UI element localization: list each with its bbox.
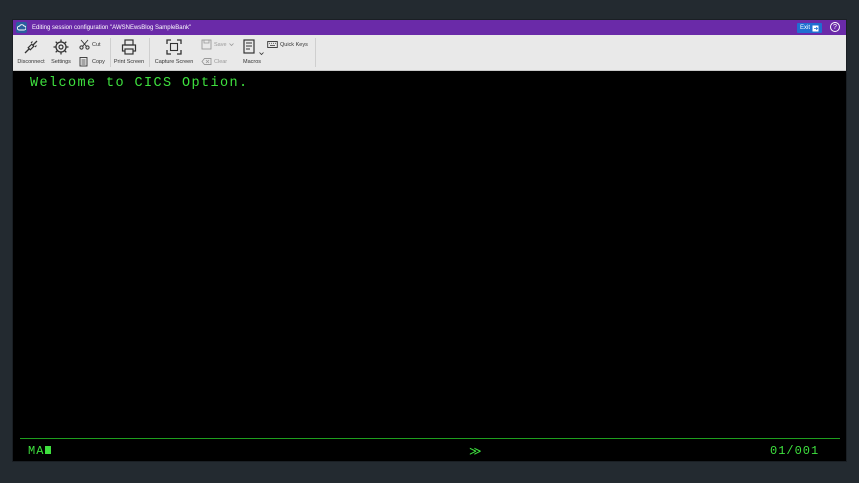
macros-icon bbox=[242, 39, 255, 54]
terminal-screen[interactable]: Welcome to CICS Option. MA ≫ 01/001 bbox=[13, 71, 846, 461]
toolbar-divider bbox=[110, 38, 111, 67]
printer-icon bbox=[121, 39, 137, 55]
cut-label: Cut bbox=[92, 41, 101, 48]
disconnect-button[interactable]: Disconnect bbox=[15, 38, 47, 65]
cursor-block bbox=[45, 446, 52, 454]
toolbar: Disconnect Settings Cut Copy Print Scree… bbox=[13, 35, 846, 71]
print-screen-label: Print Screen bbox=[113, 59, 145, 65]
exit-label: Exit bbox=[799, 25, 810, 31]
clear-icon bbox=[201, 58, 212, 65]
window-title: Editing session configuration "AWSNEwsBl… bbox=[32, 24, 192, 31]
exit-icon bbox=[812, 25, 819, 31]
gear-icon bbox=[53, 39, 69, 55]
clear-label: Clear bbox=[214, 58, 228, 65]
settings-label: Settings bbox=[51, 59, 71, 65]
oia-left-text: MA bbox=[28, 444, 45, 458]
print-screen-button[interactable]: Print Screen bbox=[112, 38, 146, 65]
terminal-window: Editing session configuration "AWSNEwsBl… bbox=[13, 20, 846, 461]
quick-keys-button[interactable]: Quick Keys bbox=[267, 39, 308, 50]
copy-button[interactable]: Copy bbox=[79, 56, 105, 67]
welcome-message: Welcome to CICS Option. bbox=[30, 76, 249, 91]
save-label: Save bbox=[214, 41, 227, 48]
oia-arrow: ≫ bbox=[469, 445, 483, 459]
help-button[interactable]: ? bbox=[830, 22, 840, 32]
status-divider bbox=[20, 438, 840, 439]
cut-button[interactable]: Cut bbox=[79, 39, 101, 50]
copy-icon bbox=[79, 57, 88, 67]
capture-screen-label: Capture Screen bbox=[154, 59, 194, 65]
help-icon: ? bbox=[833, 23, 837, 31]
clear-button[interactable]: Clear bbox=[201, 56, 227, 67]
floppy-disk-icon bbox=[201, 39, 212, 50]
oia-indicator: MA bbox=[28, 444, 52, 458]
disconnect-plug-icon bbox=[24, 40, 38, 54]
chevron-down-icon bbox=[258, 52, 264, 56]
disconnect-label: Disconnect bbox=[17, 59, 45, 65]
capture-screen-button[interactable]: Capture Screen bbox=[153, 38, 195, 65]
quick-keys-label: Quick Keys bbox=[280, 41, 308, 48]
title-bar: Editing session configuration "AWSNEwsBl… bbox=[13, 20, 846, 35]
scissors-icon bbox=[79, 39, 90, 50]
cloud-app-icon bbox=[16, 22, 27, 33]
settings-button[interactable]: Settings bbox=[49, 38, 73, 65]
macros-label: Macros bbox=[242, 59, 262, 65]
macros-button[interactable]: Macros bbox=[239, 38, 265, 65]
chevron-down-icon bbox=[228, 43, 234, 47]
exit-button[interactable]: Exit bbox=[796, 23, 822, 33]
toolbar-divider bbox=[315, 38, 316, 67]
copy-label: Copy bbox=[92, 58, 105, 65]
toolbar-divider bbox=[149, 38, 150, 67]
capture-screen-icon bbox=[166, 39, 182, 55]
save-button[interactable]: Save bbox=[201, 39, 234, 50]
keyboard-icon bbox=[267, 41, 278, 48]
cursor-position: 01/001 bbox=[770, 444, 820, 458]
